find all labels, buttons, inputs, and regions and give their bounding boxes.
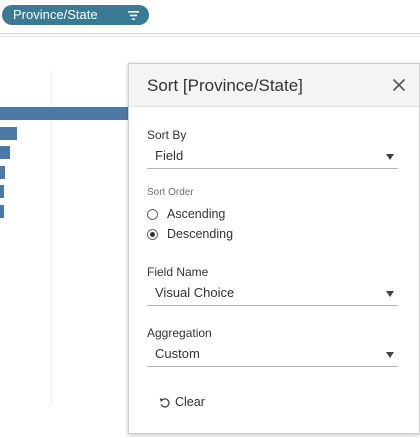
dialog-title: Sort [Province/State] [147, 76, 303, 95]
field-name-value: Visual Choice [155, 285, 235, 300]
bar[interactable] [0, 146, 10, 159]
radio-selected-dot [150, 232, 155, 237]
gridline [51, 71, 52, 404]
radio-button[interactable] [147, 209, 158, 220]
radio-button[interactable] [147, 229, 158, 240]
aggregation-label: Aggregation [147, 326, 212, 340]
undo-icon [159, 398, 170, 408]
bar[interactable] [0, 126, 17, 140]
chevron-down-icon [386, 291, 394, 297]
field-name-dropdown[interactable]: Visual Choice [147, 283, 398, 306]
sort-by-dropdown[interactable]: Field [147, 146, 398, 169]
bar[interactable] [0, 107, 128, 120]
columns-shelf: Province/State [0, 0, 420, 34]
bar[interactable] [0, 204, 4, 218]
sort-dialog: Sort [Province/State] Sort By Field Sort… [128, 63, 420, 434]
sort-order-label: Sort Order [147, 187, 194, 198]
clear-label: Clear [175, 395, 205, 409]
pill-label: Province/State [13, 7, 98, 22]
radio-label: Ascending [167, 207, 226, 221]
province-state-pill[interactable]: Province/State [2, 5, 149, 25]
radio-label: Descending [167, 227, 234, 241]
close-icon[interactable] [391, 77, 407, 93]
bar[interactable] [0, 185, 4, 198]
header-divider [0, 36, 420, 37]
bar[interactable] [0, 165, 5, 179]
sort-descending-icon[interactable] [128, 10, 139, 21]
sort-by-label: Sort By [147, 128, 187, 142]
sort-by-value: Field [155, 148, 184, 163]
chevron-down-icon [386, 352, 394, 358]
dialog-header: Sort [Province/State] [129, 64, 419, 107]
aggregation-value: Custom [155, 346, 200, 361]
aggregation-dropdown[interactable]: Custom [147, 344, 398, 367]
chevron-down-icon [386, 154, 394, 160]
field-name-label: Field Name [147, 265, 209, 279]
